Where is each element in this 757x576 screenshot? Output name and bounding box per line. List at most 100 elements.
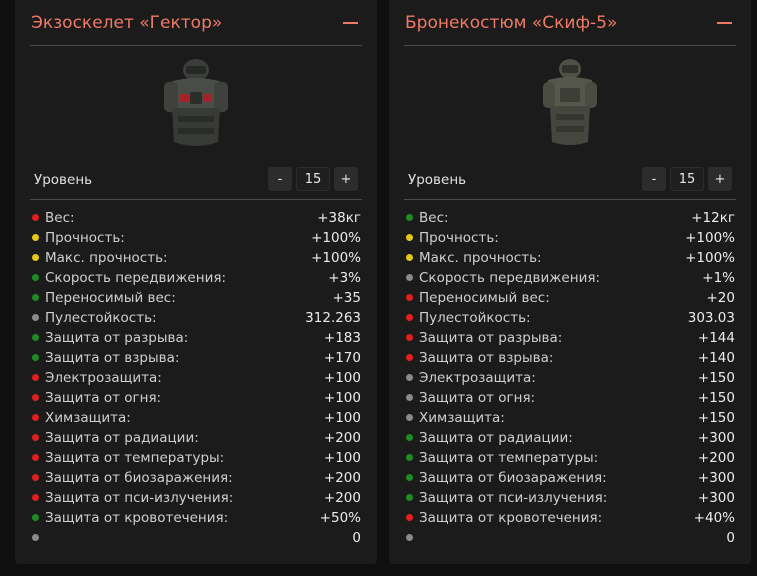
stat-value: +100 — [323, 370, 361, 386]
stat-row: 0 — [405, 528, 735, 548]
stat-row: Защита от температуры: +100 — [31, 448, 361, 468]
stat-value: 312.263 — [305, 310, 361, 326]
stat-label: Защита от взрыва: — [45, 350, 180, 366]
divider — [30, 199, 362, 200]
minus-icon[interactable] — [717, 22, 732, 24]
card-header: Бронекостюм «Скиф-5» — [404, 0, 736, 46]
stat-value: +35 — [332, 290, 362, 306]
stat-label: Защита от биозаражения: — [45, 470, 233, 486]
status-dot-icon — [406, 394, 413, 401]
stat-value: +300 — [697, 470, 735, 486]
minus-icon[interactable] — [343, 22, 358, 24]
stat-row: Пулестойкость: 312.263 — [31, 308, 361, 328]
stat-label: Защита от огня: — [45, 390, 162, 406]
status-dot-icon — [32, 234, 39, 241]
stat-value: +100 — [323, 450, 361, 466]
status-dot-icon — [32, 534, 39, 541]
stat-value: +100% — [685, 230, 735, 246]
stat-label: Пулестойкость: — [45, 310, 157, 326]
level-row: Уровень - 15 + — [408, 167, 732, 191]
stat-label: Макс. прочность: — [419, 250, 542, 266]
stat-label: Защита от кровотечения: — [419, 510, 603, 526]
stat-label: Макс. прочность: — [45, 250, 168, 266]
stat-label: Химзащита: — [419, 410, 505, 426]
status-dot-icon — [406, 314, 413, 321]
status-dot-icon — [406, 454, 413, 461]
status-dot-icon — [32, 334, 39, 341]
stat-value: +200 — [697, 450, 735, 466]
status-dot-icon — [406, 254, 413, 261]
stat-row: Химзащита: +100 — [31, 408, 361, 428]
stat-label: Защита от кровотечения: — [45, 510, 229, 526]
status-dot-icon — [32, 394, 39, 401]
status-dot-icon — [32, 354, 39, 361]
stat-row: Химзащита: +150 — [405, 408, 735, 428]
card-title: Бронекостюм «Скиф-5» — [405, 13, 618, 33]
stat-row: Прочность: +100% — [405, 228, 735, 248]
stat-row: Вес: +12кг — [405, 208, 735, 228]
stat-label: Защита от огня: — [419, 390, 536, 406]
card-title: Экзоскелет «Гектор» — [31, 13, 223, 33]
stat-label: Защита от взрыва: — [419, 350, 554, 366]
stat-label: Защита от температуры: — [419, 450, 599, 466]
stat-row: Защита от кровотечения: +50% — [31, 508, 361, 528]
stat-row: Переносимый вес: +35 — [31, 288, 361, 308]
stat-value: +200 — [323, 490, 361, 506]
status-dot-icon — [32, 314, 39, 321]
stat-label: Электрозащита: — [419, 370, 536, 386]
status-dot-icon — [32, 414, 39, 421]
level-increase-button[interactable]: + — [334, 167, 358, 191]
status-dot-icon — [32, 254, 39, 261]
stat-label: Защита от биозаражения: — [419, 470, 607, 486]
stat-row: Защита от огня: +100 — [31, 388, 361, 408]
stat-row: Защита от взрыва: +140 — [405, 348, 735, 368]
stat-value: +40% — [693, 510, 735, 526]
stat-value: +100% — [311, 230, 361, 246]
stat-label: Скорость передвижения: — [45, 270, 227, 286]
level-decrease-button[interactable]: - — [642, 167, 666, 191]
stat-row: Защита от кровотечения: +40% — [405, 508, 735, 528]
stat-label: Защита от разрыва: — [45, 330, 189, 346]
stat-value: +150 — [697, 390, 735, 406]
level-decrease-button[interactable]: - — [268, 167, 292, 191]
status-dot-icon — [32, 514, 39, 521]
stat-label: Прочность: — [419, 230, 499, 246]
status-dot-icon — [406, 514, 413, 521]
level-increase-button[interactable]: + — [708, 167, 732, 191]
stat-value: +50% — [319, 510, 361, 526]
status-dot-icon — [406, 354, 413, 361]
stat-label: Электрозащита: — [45, 370, 162, 386]
stat-value: +100% — [311, 250, 361, 266]
stat-value: +150 — [697, 410, 735, 426]
stat-label: Прочность: — [45, 230, 125, 246]
level-label: Уровень — [408, 172, 467, 188]
divider — [404, 199, 736, 200]
stat-label: Защита от радиации: — [45, 430, 199, 446]
stat-row: Защита от взрыва: +170 — [31, 348, 361, 368]
stat-label: Пулестойкость: — [419, 310, 531, 326]
level-row: Уровень - 15 + — [34, 167, 358, 191]
status-dot-icon — [32, 494, 39, 501]
status-dot-icon — [32, 274, 39, 281]
stat-value: +38кг — [317, 210, 361, 226]
stat-row: Защита от биозаражения: +200 — [31, 468, 361, 488]
armor-card-gektor: Экзоскелет «Гектор» Уровень - 15 + Вес: +… — [15, 0, 377, 564]
level-value[interactable]: 15 — [670, 167, 704, 191]
armor-card-skif-5: Бронекостюм «Скиф-5» Уровень - 15 + Вес:… — [389, 0, 751, 564]
stat-value: +100 — [323, 410, 361, 426]
stat-label: Вес: — [45, 210, 75, 226]
stat-value: 0 — [352, 530, 361, 546]
status-dot-icon — [406, 534, 413, 541]
stat-value: 0 — [726, 530, 735, 546]
stat-row: Вес: +38кг — [31, 208, 361, 228]
status-dot-icon — [32, 214, 39, 221]
status-dot-icon — [406, 434, 413, 441]
stat-value: +183 — [323, 330, 361, 346]
status-dot-icon — [406, 374, 413, 381]
stat-row: Переносимый вес: +20 — [405, 288, 735, 308]
stat-value: +144 — [697, 330, 735, 346]
stat-value: 303.03 — [687, 310, 735, 326]
stat-label: Переносимый вес: — [419, 290, 550, 306]
stat-value: +140 — [697, 350, 735, 366]
level-value[interactable]: 15 — [296, 167, 330, 191]
